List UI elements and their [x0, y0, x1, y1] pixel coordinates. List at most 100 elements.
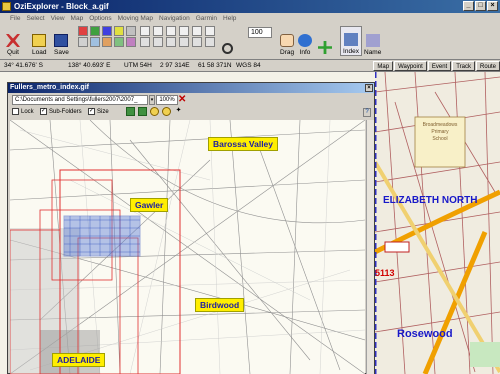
- elizabeth-north-label: ELIZABETH NORTH: [383, 195, 478, 206]
- zoom-out-icon[interactable]: [162, 107, 171, 116]
- list-icon[interactable]: [138, 107, 147, 116]
- northing-readout: 61 58 371N: [198, 62, 232, 69]
- path-dropdown-button[interactable]: ▾: [149, 95, 155, 105]
- tool-icon[interactable]: [153, 26, 163, 36]
- tool-icon[interactable]: [78, 37, 88, 47]
- zoom-tool-button[interactable]: [222, 26, 233, 56]
- tool-icon[interactable]: [153, 37, 163, 47]
- zoom-in-icon[interactable]: [150, 107, 159, 116]
- folder-path-value: C:\Documents and Settings\fullers2007\20…: [15, 97, 138, 103]
- tool-icon[interactable]: [192, 26, 202, 36]
- folder-path-field[interactable]: C:\Documents and Settings\fullers2007\20…: [12, 95, 148, 105]
- map-index-title: Fullers_metro_index.gif: [10, 84, 89, 91]
- name-icon: [365, 34, 380, 47]
- school-label-line2: Primary: [431, 129, 449, 135]
- tab-route[interactable]: Route: [475, 61, 500, 71]
- map-index-title-bar: Fullers_metro_index.gif ×: [8, 83, 374, 93]
- drag-button[interactable]: Drag: [280, 26, 294, 56]
- clear-icon[interactable]: ✕: [178, 94, 186, 105]
- folder-icon: [32, 34, 47, 47]
- tool-icon[interactable]: [90, 37, 100, 47]
- tab-waypoint[interactable]: Waypoint: [394, 61, 427, 71]
- size-label: Size: [97, 108, 109, 115]
- tool-icon[interactable]: [192, 37, 202, 47]
- rosewood-label: Rosewood: [397, 328, 453, 340]
- tab-event[interactable]: Event: [427, 61, 452, 71]
- name-button[interactable]: Name: [364, 26, 381, 56]
- size-checkbox[interactable]: ✓ Size: [88, 108, 109, 115]
- lock-checkbox[interactable]: Lock: [12, 108, 34, 115]
- help-icon[interactable]: ?: [363, 108, 371, 117]
- menu-file[interactable]: File: [10, 13, 20, 24]
- tool-icon[interactable]: [126, 37, 136, 47]
- menu-garmin[interactable]: Garmin: [196, 13, 217, 24]
- load-button[interactable]: Load: [32, 26, 46, 56]
- tool-icon[interactable]: [114, 37, 124, 47]
- tool-icon[interactable]: [140, 37, 150, 47]
- magnifier-icon: [222, 43, 233, 54]
- tool-icon[interactable]: [140, 26, 150, 36]
- name-label: Name: [364, 49, 382, 56]
- easting-readout: 2 97 314E: [160, 62, 190, 69]
- menu-help[interactable]: Help: [223, 13, 236, 24]
- tool-icon[interactable]: [102, 26, 112, 36]
- birdwood-label: Birdwood: [195, 298, 245, 312]
- save-label: Save: [54, 49, 69, 56]
- window-title: OziExplorer - Block_a.gif: [14, 2, 109, 11]
- zoom-percent-value: 100%: [159, 97, 175, 103]
- track-tools: [140, 26, 217, 47]
- barossa-valley-label: Barossa Valley: [208, 137, 279, 151]
- tool-icon[interactable]: [102, 37, 112, 47]
- school-label-line3: School: [432, 136, 448, 142]
- info-label: Info: [299, 49, 311, 56]
- size-checkbox-box: ✓: [88, 108, 95, 115]
- drag-label: Drag: [280, 49, 295, 56]
- refresh-icon[interactable]: [126, 107, 135, 116]
- tool-icon[interactable]: [205, 26, 215, 36]
- index-button[interactable]: Index: [340, 26, 362, 56]
- tool-icon[interactable]: [126, 26, 136, 36]
- tab-track[interactable]: Track: [452, 61, 475, 71]
- main-toolbar: Quit Load Save 100 Drag Info Index Name: [0, 24, 500, 60]
- tool-icon[interactable]: [78, 26, 88, 36]
- menu-view[interactable]: View: [51, 13, 65, 24]
- index-icon: [344, 33, 358, 46]
- close-button[interactable]: ×: [487, 1, 498, 11]
- tool-icon[interactable]: [166, 26, 176, 36]
- index-vertical-scrollbar[interactable]: [366, 120, 374, 374]
- tool-icon[interactable]: [114, 26, 124, 36]
- zoom-select[interactable]: 100: [248, 27, 272, 38]
- maximize-button[interactable]: □: [475, 1, 486, 11]
- index-label: Index: [343, 48, 359, 55]
- index-map[interactable]: Barossa Valley Gawler Birdwood ADELAIDE: [10, 120, 365, 374]
- subfolders-checkbox[interactable]: ✓ Sub-Folders: [40, 108, 82, 115]
- pin-icon[interactable]: ✦: [174, 107, 183, 116]
- minimize-button[interactable]: _: [463, 1, 474, 11]
- move-map-button[interactable]: [318, 26, 332, 56]
- tool-icon[interactable]: [179, 37, 189, 47]
- map-index-close-button[interactable]: ×: [365, 84, 373, 92]
- menu-bar: File Select View Map Options Moving Map …: [0, 13, 500, 24]
- index-map-graphics: [10, 120, 365, 374]
- tool-icon[interactable]: [179, 26, 189, 36]
- tool-icon[interactable]: [166, 37, 176, 47]
- panel-tabs: Map Waypoint Event Track Route: [373, 61, 500, 71]
- tab-map[interactable]: Map: [373, 61, 394, 71]
- menu-moving-map[interactable]: Moving Map: [118, 13, 153, 24]
- tool-icon[interactable]: [205, 37, 215, 47]
- school-label: Broadmeadows Primary School: [419, 122, 461, 143]
- zoom-percent-field[interactable]: 100%: [156, 95, 178, 105]
- quit-button[interactable]: Quit: [6, 26, 20, 56]
- subfolders-checkbox-box: ✓: [40, 108, 47, 115]
- info-button[interactable]: Info: [298, 26, 312, 56]
- longitude-readout: 138° 40.693' E: [68, 62, 111, 69]
- menu-map[interactable]: Map: [71, 13, 84, 24]
- menu-options[interactable]: Options: [89, 13, 111, 24]
- save-button[interactable]: Save: [54, 26, 69, 56]
- menu-navigation[interactable]: Navigation: [159, 13, 190, 24]
- menu-select[interactable]: Select: [26, 13, 44, 24]
- info-icon: [298, 34, 312, 47]
- zoom-value: 100: [251, 29, 263, 36]
- tool-icon[interactable]: [90, 26, 100, 36]
- street-map[interactable]: Broadmeadows Primary School ELIZABETH NO…: [375, 72, 500, 374]
